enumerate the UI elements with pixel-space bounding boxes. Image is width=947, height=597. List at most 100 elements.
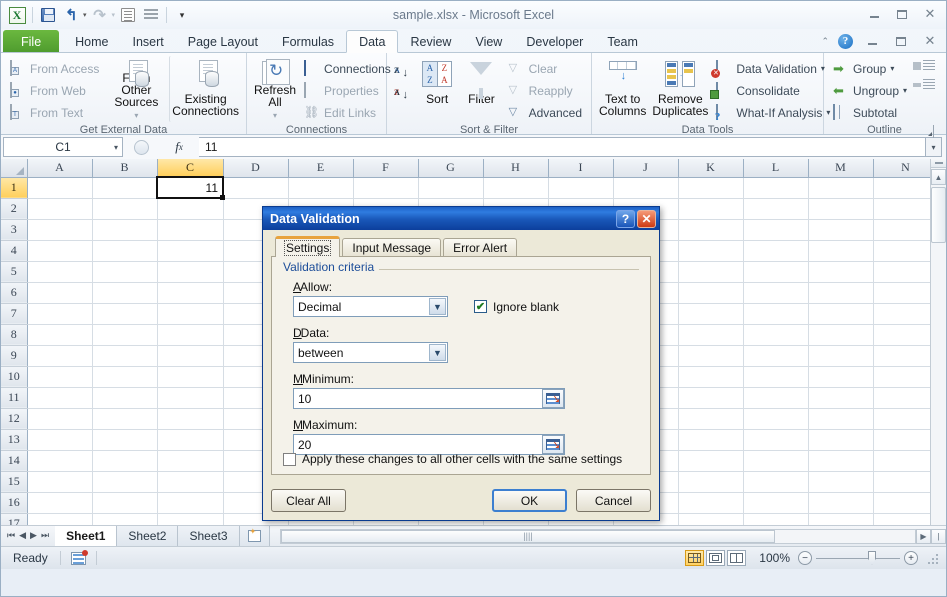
sort-ascending-button[interactable]: A Z ↓ [392, 63, 412, 84]
cell-C7[interactable] [157, 303, 224, 325]
show-detail-button[interactable] [913, 60, 936, 72]
cell-A17[interactable] [27, 513, 93, 525]
zoom-in-button[interactable]: + [904, 551, 918, 565]
cell-L2[interactable] [743, 198, 809, 220]
cell-L6[interactable] [743, 282, 809, 304]
cell-K12[interactable] [678, 408, 744, 430]
cell-M3[interactable] [808, 219, 874, 241]
cell-K14[interactable] [678, 450, 744, 472]
formula-input[interactable]: 11 [199, 137, 926, 157]
prev-sheet-button[interactable]: ◀ [19, 531, 26, 541]
cell-N5[interactable] [873, 261, 939, 283]
cell-K6[interactable] [678, 282, 744, 304]
cell-B5[interactable] [92, 261, 158, 283]
row-header-3[interactable]: 3 [1, 219, 28, 241]
sheet-tab-sheet3[interactable]: Sheet3 [178, 526, 240, 546]
cell-B4[interactable] [92, 240, 158, 262]
scroll-right-button[interactable]: ▶ [916, 528, 931, 544]
sort-button[interactable]: AZZA Sort [416, 56, 458, 122]
row-header-5[interactable]: 5 [1, 261, 28, 283]
cell-K7[interactable] [678, 303, 744, 325]
cell-L17[interactable] [743, 513, 809, 525]
cell-L4[interactable] [743, 240, 809, 262]
page-break-preview-button[interactable] [727, 550, 746, 566]
row-header-9[interactable]: 9 [1, 345, 28, 367]
cell-M6[interactable] [808, 282, 874, 304]
workbook-close-button[interactable]: ✕ [920, 32, 940, 50]
column-header-k[interactable]: K [678, 159, 744, 178]
print-preview-icon[interactable] [118, 5, 138, 25]
column-header-l[interactable]: L [743, 159, 809, 178]
row-header-17[interactable]: 17 [1, 513, 28, 525]
cell-A11[interactable] [27, 387, 93, 409]
clear-all-button[interactable]: Clear All [271, 489, 346, 512]
from-access-button[interactable]: A From Access [6, 58, 103, 79]
apply-all-row[interactable]: Apply these changes to all other cells w… [283, 452, 622, 466]
cell-M2[interactable] [808, 198, 874, 220]
cancel-formula-icon[interactable] [133, 139, 149, 155]
cell-N11[interactable] [873, 387, 939, 409]
cell-M11[interactable] [808, 387, 874, 409]
cell-K5[interactable] [678, 261, 744, 283]
cell-C9[interactable] [157, 345, 224, 367]
cell-M16[interactable] [808, 492, 874, 514]
clear-filter-button[interactable]: ▽ Clear [505, 58, 586, 79]
column-header-h[interactable]: H [483, 159, 549, 178]
column-header-c[interactable]: C [157, 159, 224, 178]
what-if-analysis-button[interactable]: ? What-If Analysis ▾ [712, 102, 834, 123]
cell-C16[interactable] [157, 492, 224, 514]
cell-N16[interactable] [873, 492, 939, 514]
cell-A12[interactable] [27, 408, 93, 430]
dialog-title-bar[interactable]: Data Validation ? ✕ [263, 207, 659, 230]
cell-A8[interactable] [27, 324, 93, 346]
cell-L11[interactable] [743, 387, 809, 409]
cell-A3[interactable] [27, 219, 93, 241]
scroll-up-button[interactable]: ▲ [931, 169, 946, 185]
cell-B14[interactable] [92, 450, 158, 472]
cell-B3[interactable] [92, 219, 158, 241]
cell-B13[interactable] [92, 429, 158, 451]
cell-A2[interactable] [27, 198, 93, 220]
filter-button[interactable]: Filter [460, 56, 502, 122]
tab-formulas[interactable]: Formulas [270, 30, 346, 53]
cell-B9[interactable] [92, 345, 158, 367]
zoom-level[interactable]: 100% [754, 551, 790, 565]
zoom-track[interactable] [816, 550, 900, 565]
zoom-out-button[interactable]: − [798, 551, 812, 565]
tab-view[interactable]: View [463, 30, 514, 53]
cell-N13[interactable] [873, 429, 939, 451]
cancel-button[interactable]: Cancel [576, 489, 651, 512]
name-box-dropdown-icon[interactable]: ▾ [114, 143, 118, 152]
existing-connections-button[interactable]: Existing Connections [169, 56, 241, 122]
row-header-11[interactable]: 11 [1, 387, 28, 409]
cell-J1[interactable] [613, 177, 679, 199]
hscroll-end-box[interactable]: | [931, 528, 946, 544]
vertical-scrollbar[interactable]: ▲ [930, 159, 946, 525]
column-header-b[interactable]: B [92, 159, 158, 178]
ignore-blank-checkbox[interactable]: ✔ [474, 300, 487, 313]
vertical-scroll-thumb[interactable] [931, 187, 946, 243]
from-web-button[interactable]: ● From Web [6, 80, 103, 101]
tab-data[interactable]: Data [346, 30, 399, 53]
cell-K9[interactable] [678, 345, 744, 367]
normal-view-button[interactable] [685, 550, 704, 566]
dialog-tab-settings[interactable]: Settings [275, 236, 341, 257]
cell-K8[interactable] [678, 324, 744, 346]
row-header-7[interactable]: 7 [1, 303, 28, 325]
sheet-tab-sheet2[interactable]: Sheet2 [117, 526, 179, 546]
cell-M17[interactable] [808, 513, 874, 525]
dialog-close-button[interactable]: ✕ [637, 209, 656, 228]
cell-A10[interactable] [27, 366, 93, 388]
cell-C5[interactable] [157, 261, 224, 283]
cell-K11[interactable] [678, 387, 744, 409]
cell-M4[interactable] [808, 240, 874, 262]
cell-K15[interactable] [678, 471, 744, 493]
row-header-13[interactable]: 13 [1, 429, 28, 451]
cell-M14[interactable] [808, 450, 874, 472]
cell-N7[interactable] [873, 303, 939, 325]
cell-C3[interactable] [157, 219, 224, 241]
insert-function-icon[interactable]: fx [159, 137, 199, 157]
allow-chevron-down-icon[interactable]: ▼ [429, 298, 446, 315]
close-button[interactable]: ✕ [920, 5, 940, 23]
cell-F1[interactable] [353, 177, 419, 199]
